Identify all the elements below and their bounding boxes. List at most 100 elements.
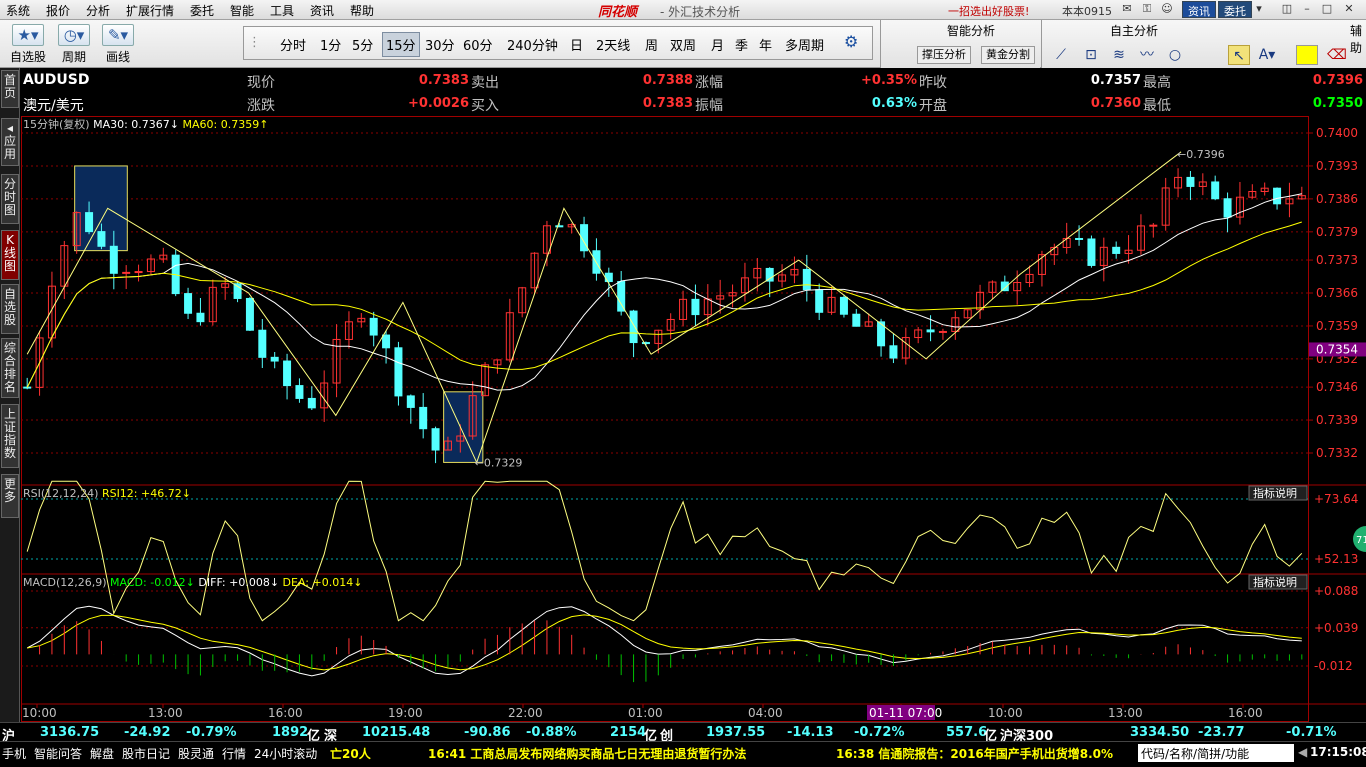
menu-help[interactable]: 帮助 — [350, 2, 374, 19]
close-icon[interactable]: ✕ — [1342, 3, 1356, 16]
menu-info[interactable]: 资讯 — [310, 2, 334, 19]
period-week[interactable]: 周 — [645, 35, 658, 54]
news-alert[interactable]: 亡20人 — [330, 745, 371, 762]
price-axis-label: 0.7386 — [1316, 192, 1358, 206]
menu-smart[interactable]: 智能 — [230, 2, 254, 19]
skin-icon[interactable]: ◫ — [1280, 3, 1294, 16]
color-picker-icon[interactable] — [1296, 45, 1318, 65]
settings-gear-icon[interactable]: ⚙ — [844, 32, 858, 51]
period-label: 周期 — [61, 50, 86, 64]
tab-timeshare[interactable]: 分时图 — [1, 174, 19, 224]
time-axis-label: 19:00 — [388, 706, 423, 720]
golden-section-button[interactable]: 黄金分割 — [981, 46, 1035, 64]
candle-body — [382, 334, 391, 349]
draw-tool[interactable]: ✎▾ 画线 — [94, 24, 142, 65]
period-240min[interactable]: 240分钟 — [507, 35, 558, 54]
erase-icon[interactable]: ⌫ — [1326, 45, 1348, 65]
trade-button[interactable]: 委托 — [1218, 1, 1252, 18]
user-icon[interactable]: ☺ — [1160, 3, 1174, 16]
rsi-header: RSI(12,12,24) RSI12: +46.72↓ — [23, 487, 191, 500]
rect-draw-icon[interactable]: ⊡ — [1080, 45, 1102, 65]
circle-draw-icon[interactable]: ○ — [1164, 45, 1186, 65]
period-month[interactable]: 月 — [711, 35, 724, 54]
period-1min[interactable]: 1分 — [320, 35, 341, 54]
tab-watchlist[interactable]: 自选股 — [1, 284, 19, 334]
bottom-24h[interactable]: 24小时滚动 — [254, 745, 317, 762]
candle-body — [629, 310, 638, 344]
period-season[interactable]: 季 — [735, 35, 748, 54]
hs300-pct: -0.71% — [1286, 725, 1337, 740]
bottom-diary[interactable]: 股市日记 — [122, 745, 170, 762]
period-5min[interactable]: 5分 — [352, 35, 373, 54]
grid-layer — [21, 116, 1366, 722]
menu-quote[interactable]: 报价 — [46, 2, 70, 19]
mail-icon[interactable]: ✉ — [1120, 3, 1134, 16]
bottom-linktong[interactable]: 股灵通 — [178, 745, 214, 762]
menu-trade[interactable]: 委托 — [190, 2, 214, 19]
period-timeshare[interactable]: 分时 — [280, 35, 306, 54]
line-draw-icon[interactable]: ⟋ — [1050, 45, 1072, 65]
period-30min[interactable]: 30分 — [425, 35, 455, 54]
user-name[interactable]: 本本0915 — [1062, 3, 1112, 19]
rsi-line — [26, 480, 1303, 622]
time-axis-label: 22:00 — [508, 706, 543, 720]
lock-icon[interactable]: ⚿ — [1140, 3, 1154, 16]
star-icon: ★▾ — [12, 24, 44, 46]
tab-kline[interactable]: K线图 — [1, 230, 19, 280]
label-amplitude: 振幅 — [695, 98, 723, 114]
clock: 17:15:08 — [1310, 745, 1366, 759]
news-button[interactable]: 资讯 — [1182, 1, 1216, 18]
tab-ranking[interactable]: 综合排名 — [1, 338, 19, 398]
price-axis-label: 0.7373 — [1316, 253, 1358, 267]
period-60min[interactable]: 60分 — [463, 35, 493, 54]
period-2week[interactable]: 双周 — [670, 35, 696, 54]
bottom-analysis[interactable]: 解盘 — [90, 745, 114, 762]
cursor-icon[interactable]: ↖ — [1228, 45, 1250, 65]
aux-panel-title[interactable]: 辅助 — [1350, 22, 1366, 56]
text-draw-icon[interactable]: A▾ — [1256, 45, 1278, 65]
dropdown-icon[interactable]: ▾ — [1252, 3, 1266, 16]
value-high: 0.7396 — [1312, 73, 1363, 88]
watchlist-tool[interactable]: ★▾ 自选股 — [4, 24, 52, 65]
bottom-mobile[interactable]: 手机 — [2, 745, 26, 762]
candle-body — [1075, 237, 1084, 240]
news-item-2[interactable]: 16:38 信通院报告：2016年国产手机出货增8.0% — [836, 745, 1113, 762]
code-search-input[interactable]: 代码/名称/简拼/功能 — [1138, 744, 1294, 762]
brand-logo: 同花顺 — [598, 5, 638, 20]
expand-arrow-icon[interactable]: ◀ — [1298, 745, 1307, 759]
menu-tools[interactable]: 工具 — [270, 2, 294, 19]
maximize-icon[interactable]: □ — [1320, 3, 1334, 16]
period-tool[interactable]: ◷▾ 周期 — [50, 24, 98, 65]
tab-more[interactable]: 更多 — [1, 474, 19, 518]
period-2day[interactable]: 2天线 — [596, 35, 630, 54]
minimize-icon[interactable]: – — [1300, 3, 1314, 16]
sh-pct: -0.79% — [186, 725, 237, 740]
period-year[interactable]: 年 — [759, 35, 772, 54]
chart-area[interactable]: 0.7400 0.7393 0.7386 0.7379 0.7373 0.7366 0.73… — [21, 116, 1366, 740]
label-change: 涨跌 — [247, 98, 275, 114]
promo-link[interactable]: 一招选出好股票! — [948, 3, 1029, 19]
menu-extended[interactable]: 扩展行情 — [126, 2, 174, 19]
menu-analysis[interactable]: 分析 — [86, 2, 110, 19]
period-day[interactable]: 日 — [570, 35, 583, 54]
candle-body — [369, 317, 378, 336]
label-high: 最高 — [1143, 75, 1171, 91]
tab-apps[interactable]: ◂应用 — [1, 118, 19, 166]
period-multi[interactable]: 多周期 — [785, 35, 824, 54]
candle-body — [938, 330, 947, 333]
support-resistance-button[interactable]: 撑压分析 — [917, 46, 971, 64]
kline-chart-svg[interactable]: 0.7400 0.7393 0.7386 0.7379 0.7373 0.7366 0.73… — [21, 116, 1366, 722]
wave-draw-icon[interactable]: 〰 — [1136, 45, 1158, 65]
news-item-1[interactable]: 16:41 工商总局发布网络购买商品七日无理由退货暂行办法 — [428, 745, 746, 762]
rsi-value: RSI12: +46.72↓ — [102, 487, 191, 500]
bottom-qa[interactable]: 智能问答 — [34, 745, 82, 762]
menu-system[interactable]: 系统 — [6, 2, 30, 19]
ma60-line — [26, 221, 1302, 388]
sh-amount: 1892 — [272, 725, 309, 740]
channel-draw-icon[interactable]: ≋ — [1108, 45, 1130, 65]
tab-home[interactable]: 首页 — [1, 70, 19, 108]
bottom-quotes[interactable]: 行情 — [222, 745, 246, 762]
tab-sh-index[interactable]: 上证指数 — [1, 404, 19, 468]
time-axis-label: 01:00 — [628, 706, 663, 720]
period-15min[interactable]: 15分 — [382, 32, 420, 57]
